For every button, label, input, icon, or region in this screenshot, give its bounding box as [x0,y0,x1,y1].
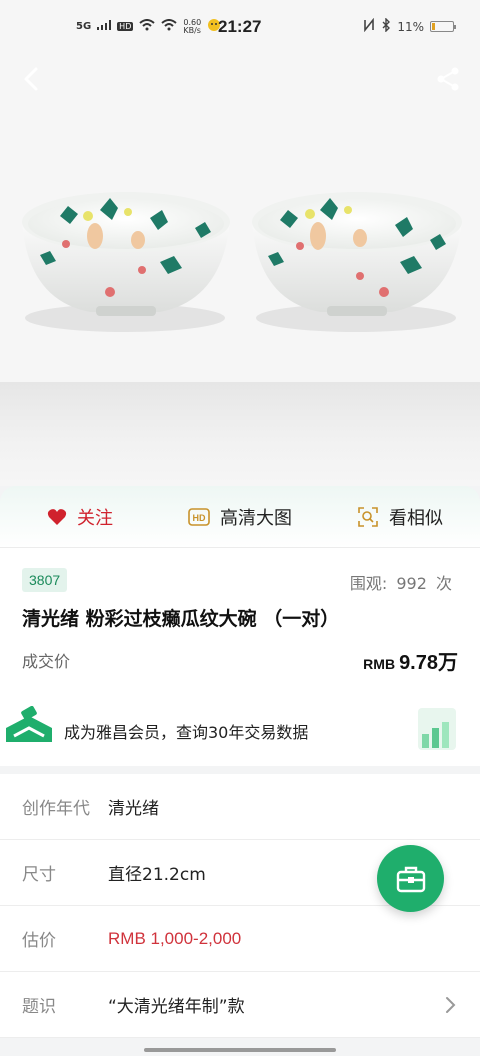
bluetooth-icon [381,17,391,35]
detail-value: 清光绪 [108,799,159,819]
follow-label: 关注 [77,507,113,529]
image-reflection [0,382,480,486]
view-count: 围观: 992 次 [346,570,452,594]
data-chart-icon [418,708,456,750]
detail-row-inscription[interactable]: 题识 “大清光绪年制”款 [0,972,480,1038]
battery-icon [430,21,456,32]
hammer-price: RMB 9.78万 [363,646,458,675]
share-icon [437,67,459,91]
hd-icon: HD [188,507,210,526]
detail-row-year: 创作年代 清光绪 [0,774,480,840]
status-bar: 5G HD 0.60 KB/s 21:27 11% [0,0,480,58]
detail-label: 尺寸 [22,865,56,885]
speed-readout: 0.60 KB/s [183,18,201,35]
detail-value: 直径21.2cm [108,865,206,885]
nfc-icon [363,17,375,35]
similar-label: 看相似 [389,507,443,529]
action-bar: 关注 HD 高清大图 看相似 [0,486,480,548]
heart-icon [47,508,67,525]
estimate-value: RMB 1,000-2,000 [108,928,242,948]
detail-row-estimate: 估价 RMB 1,000-2,000 [0,906,480,972]
network-label: 5G [76,21,92,32]
price-value: 9.78万 [399,652,458,674]
toolbox-fab-button[interactable] [377,845,444,912]
chevron-right-icon [446,997,456,1013]
share-button[interactable] [434,64,462,94]
item-info-card: 关注 HD 高清大图 看相似 3807 围观: 992 次 清光绪 粉彩过枝癞瓜… [0,486,480,692]
wifi-icon-2 [161,19,178,34]
price-currency: RMB [363,656,396,672]
briefcase-icon [396,866,425,892]
views-label: 围观: [349,574,388,593]
battery-percent: 11% [397,19,424,34]
meta-row: 3807 围观: 992 次 [0,566,480,606]
detail-label: 题识 [22,997,56,1017]
wifi-icon [139,19,156,34]
hd-image-button[interactable]: HD 高清大图 [160,504,320,530]
detail-label: 估价 [22,931,56,951]
price-label: 成交价 [22,652,71,671]
hd-badge: HD [117,22,134,31]
detail-value: “大清光绪年制”款 [108,997,245,1017]
follow-button[interactable]: 关注 [0,504,160,530]
membership-banner[interactable]: 成为雅昌会员，查询30年交易数据 [0,692,480,766]
views-unit: 次 [435,574,452,593]
item-title: 清光绪 粉彩过枝癞瓜纹大碗 （一对） [22,608,340,630]
detail-label: 创作年代 [22,799,90,819]
speed-unit: KB/s [183,25,201,35]
lot-number-badge: 3807 [22,568,68,592]
clock: 21:27 [218,17,262,36]
artron-logo-icon [6,706,52,742]
scan-search-icon [358,506,378,527]
similar-button[interactable]: 看相似 [320,504,480,530]
membership-text: 成为雅昌会员，查询30年交易数据 [64,723,309,742]
back-arrow-icon [24,67,38,91]
back-button[interactable] [18,64,46,94]
hd-image-label: 高清大图 [220,507,292,529]
signal-icon [97,20,112,33]
home-indicator[interactable] [144,1048,336,1052]
svg-text:HD: HD [193,513,206,523]
views-count: 992 [396,574,427,593]
